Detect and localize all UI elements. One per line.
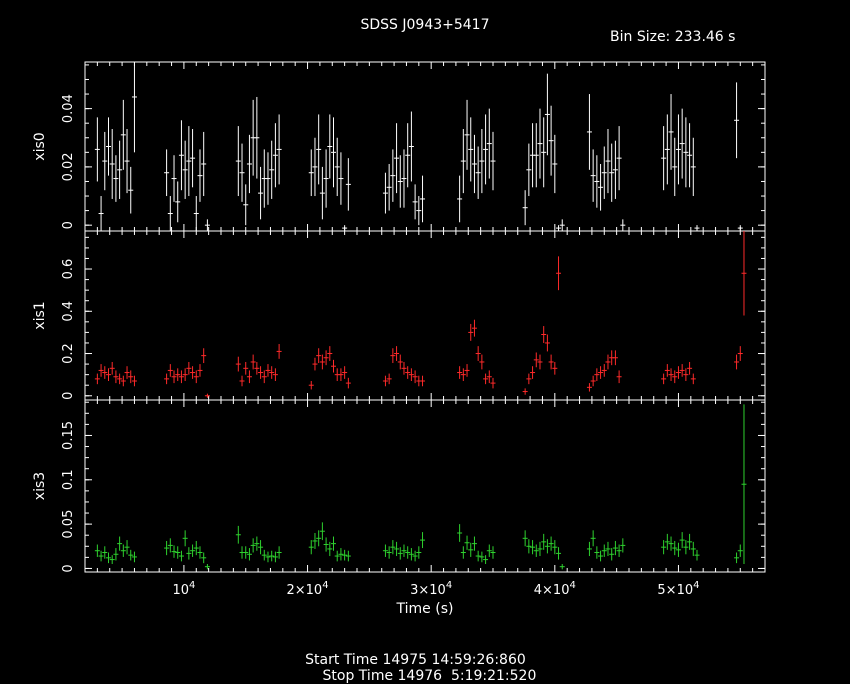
xis3-ytick-label: 0.05 <box>61 510 76 539</box>
xis1-ytick-label: 0.4 <box>61 301 76 322</box>
xis1-ytick-label: 0 <box>61 392 76 400</box>
xis1-ytick-label: 0.2 <box>61 343 76 364</box>
x-tick-label: 4×104 <box>534 580 576 598</box>
x-tick-label: 2×104 <box>286 580 328 598</box>
xis3-ytick-label: 0.15 <box>61 421 76 450</box>
x-tick-label: 104 <box>172 580 195 598</box>
xis0-ytick-label: 0 <box>61 221 76 229</box>
xis0-ytick-label: 0.04 <box>61 94 76 123</box>
time-range-footer: Start Time 14975 14:59:26:860 Stop Time … <box>0 636 850 684</box>
x-axis-label: Time (s) <box>396 601 454 617</box>
xis0-frame <box>84 61 766 232</box>
xis3-ytick-label: 0.1 <box>61 469 76 490</box>
x-tick-label: 5×104 <box>657 580 699 598</box>
start-time-label: Start Time 14975 14:59:26:860 <box>305 652 526 668</box>
x-tick-label: 3×104 <box>410 580 452 598</box>
xis3-ytick-label: 0 <box>61 564 76 572</box>
xis3-frame <box>84 399 766 573</box>
xis3-ylabel: xis3 <box>32 472 48 500</box>
xis0-ytick-label: 0.02 <box>61 152 76 181</box>
xis1-ylabel: xis1 <box>32 301 48 329</box>
xis0-ylabel: xis0 <box>32 132 48 160</box>
stop-time-label: Stop Time 14976 5:19:21:520 <box>322 668 537 684</box>
xis1-ytick-label: 0.6 <box>61 259 76 280</box>
light-curve-plot: 0 0.02 0.04 xis0 0 0.2 0.4 0.6 xis1 0 0.05 0.1 0.15 x… <box>32 61 766 617</box>
